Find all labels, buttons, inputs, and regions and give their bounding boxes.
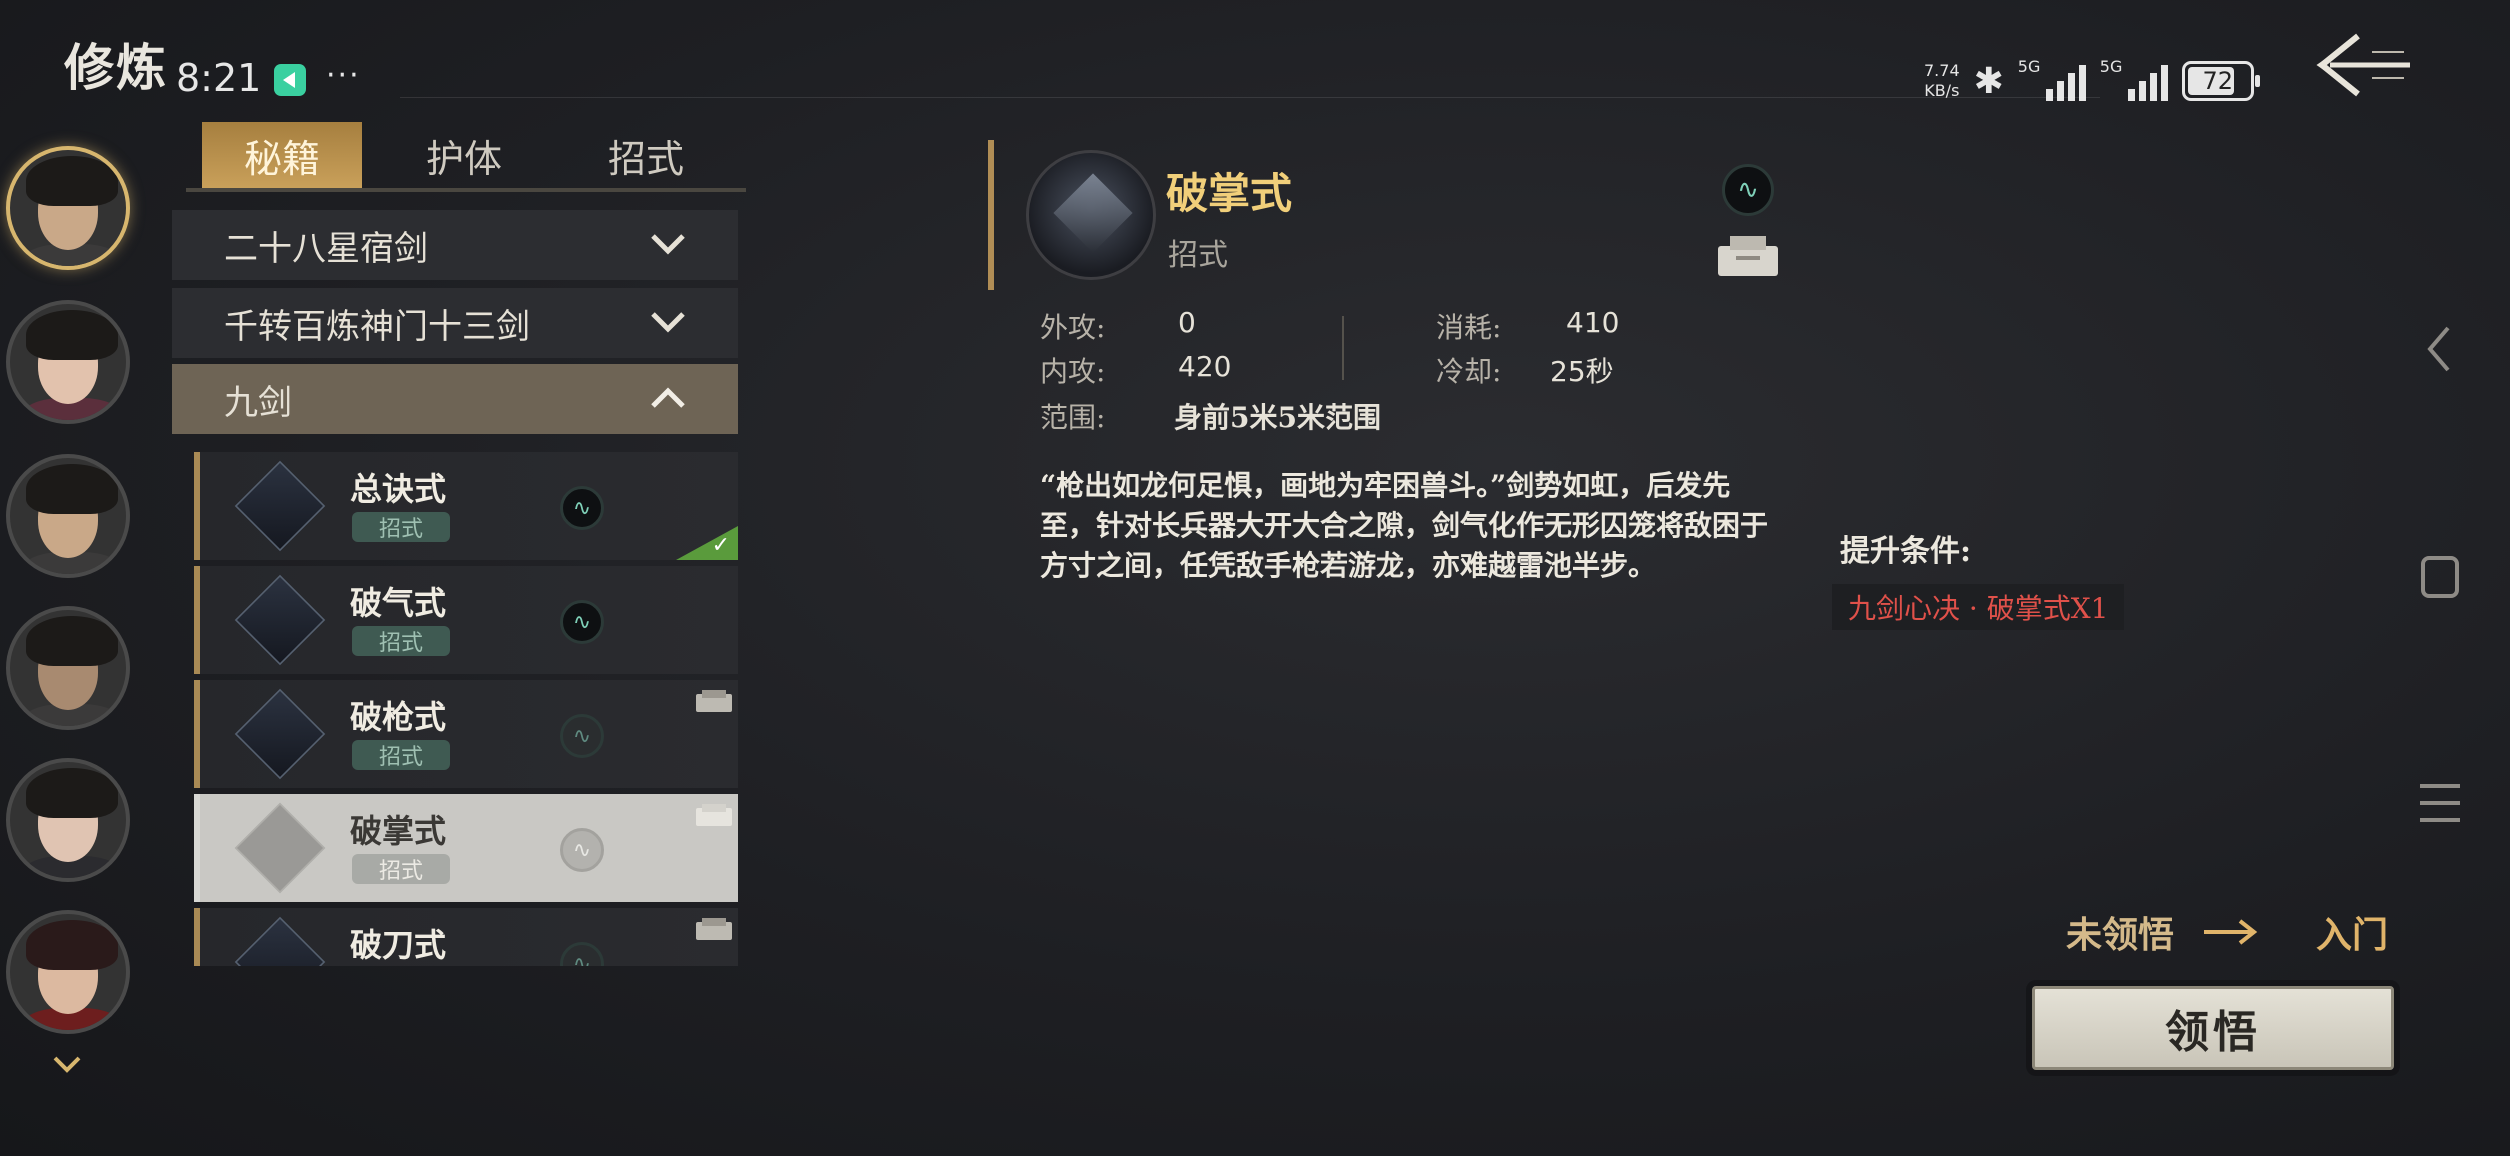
nav-home-icon[interactable]	[2420, 552, 2460, 602]
chevron-down-icon[interactable]	[52, 1054, 82, 1074]
stat-label: 内攻:	[1040, 355, 1106, 388]
element-icon: ∿	[560, 486, 604, 530]
skill-item[interactable]: 总诀式 招式 ∿ ✓	[194, 452, 738, 560]
checkmark-icon: ✓	[711, 533, 730, 558]
element-icon: ∿	[1722, 164, 1774, 216]
skill-list[interactable]: 总诀式 招式 ∿ ✓ 破气式 招式 ∿ 破枪式 招式 ∿ 破掌式 招式 ∿ 破刀…	[194, 452, 738, 966]
signal-icon-2: 5G	[2100, 57, 2168, 101]
stat-label: 范围:	[1040, 401, 1106, 434]
skill-detail-type: 招式	[1168, 238, 1228, 273]
character-avatar[interactable]	[6, 146, 130, 270]
character-avatar[interactable]	[6, 300, 130, 424]
element-icon: ∿	[560, 828, 604, 872]
mastery-current: 未领悟	[2066, 914, 2175, 956]
skill-icon	[234, 460, 326, 552]
tabs-underline	[186, 188, 746, 192]
comprehend-button[interactable]: 领悟	[2032, 986, 2394, 1070]
detail-accent-bar	[988, 140, 994, 290]
element-icon: ∿	[560, 714, 604, 758]
skill-detail-name: 破掌式	[1166, 169, 1293, 218]
tab-body-protection[interactable]: 护体	[384, 122, 544, 188]
skill-detail-icon	[1026, 150, 1156, 280]
bluetooth-icon: ✱	[1973, 60, 2004, 102]
category-header-expanded[interactable]: 九剑	[172, 364, 738, 434]
element-icon: ∿	[560, 600, 604, 644]
skill-description: “枪出如龙何足惧，画地为牢困兽斗。”剑势如虹，后发先至，针对长兵器大开大合之隙，…	[1040, 469, 1769, 582]
stat-value: 25秒	[1550, 355, 1614, 388]
upgrade-condition-title: 提升条件:	[1840, 534, 1972, 569]
character-avatar[interactable]	[6, 910, 130, 1034]
character-avatar[interactable]	[6, 606, 130, 730]
chevron-up-icon	[651, 387, 685, 408]
nav-menu-icon[interactable]	[2420, 778, 2460, 828]
skill-item[interactable]: 破刀式 招式 ∿	[194, 908, 738, 966]
category-header[interactable]: 二十八星宿剑	[172, 210, 738, 280]
page-title: 修炼	[64, 38, 168, 97]
more-dots-icon: ···	[326, 58, 361, 93]
mastery-progress: 未领悟 入门	[2066, 906, 2388, 958]
manual-book-icon	[696, 690, 732, 712]
category-header[interactable]: 千转百炼神门十三剑	[172, 288, 738, 358]
skill-item[interactable]: 破气式 招式 ∿	[194, 566, 738, 674]
tab-moves[interactable]: 招式	[566, 122, 726, 188]
mastery-next: 入门	[2316, 914, 2389, 956]
net-speed: 7.74 KB/s	[1924, 61, 1960, 100]
stat-value: 410	[1566, 306, 1620, 339]
stat-label: 消耗:	[1436, 311, 1502, 344]
manual-book-icon[interactable]	[1716, 232, 1780, 278]
manual-book-icon	[696, 918, 732, 940]
header-divider	[400, 97, 2100, 98]
stat-value: 身前5米5米范围	[1174, 401, 1381, 434]
skill-icon	[234, 574, 326, 666]
arrow-right-icon	[2204, 919, 2258, 945]
status-clock: 8:21	[176, 56, 262, 100]
skill-icon	[234, 802, 326, 894]
tab-secret-manuals[interactable]: 秘籍	[202, 122, 362, 188]
skill-icon	[234, 916, 326, 966]
skill-icon	[234, 688, 326, 780]
screen-record-icon	[274, 64, 306, 96]
battery-icon: 72	[2181, 61, 2260, 101]
character-avatar[interactable]	[6, 454, 130, 578]
chevron-down-icon	[651, 234, 685, 255]
status-icons: 7.74 KB/s ✱ 5G 5G 72	[1924, 56, 2260, 106]
stat-divider	[1342, 316, 1344, 380]
back-arrow-icon[interactable]	[2312, 30, 2412, 100]
signal-icon: 5G	[2018, 57, 2086, 101]
chevron-down-icon	[651, 312, 685, 333]
stat-value: 420	[1178, 350, 1232, 383]
nav-back-icon[interactable]	[2420, 324, 2460, 374]
skill-item-selected[interactable]: 破掌式 招式 ∿	[194, 794, 738, 902]
upgrade-requirement: 九剑心决 · 破掌式X1	[1832, 584, 2125, 630]
skill-item[interactable]: 破枪式 招式 ∿	[194, 680, 738, 788]
manual-book-icon	[696, 804, 732, 826]
element-icon: ∿	[560, 942, 604, 966]
stat-label: 外攻:	[1040, 311, 1106, 344]
stat-value: 0	[1178, 306, 1196, 339]
character-avatar[interactable]	[6, 758, 130, 882]
stat-label: 冷却:	[1436, 355, 1502, 388]
